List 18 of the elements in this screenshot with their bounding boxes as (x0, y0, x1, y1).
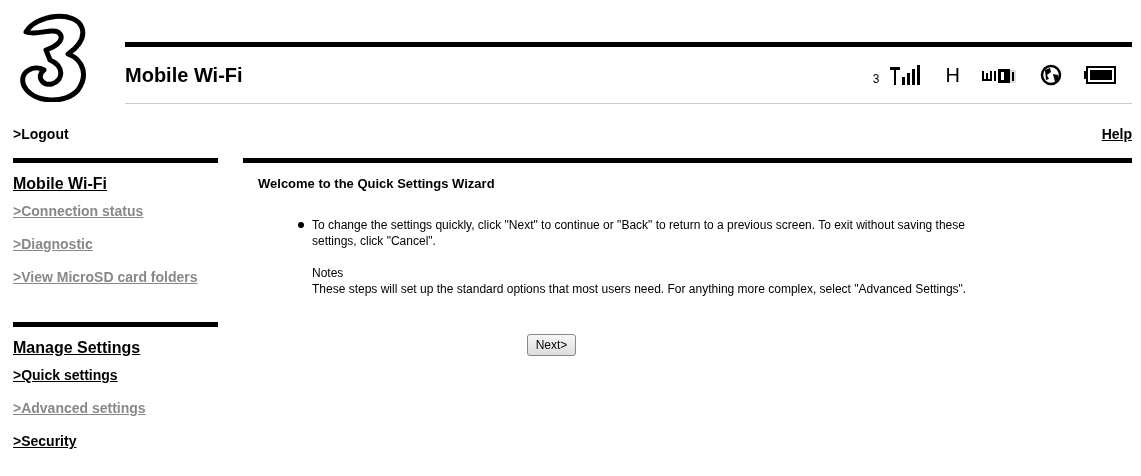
wifi-icon (982, 67, 1018, 83)
sidebar-heading[interactable]: Mobile Wi-Fi (13, 175, 108, 193)
battery-icon (1084, 66, 1116, 84)
network-type-label: H (945, 63, 960, 87)
notes-title: Notes (312, 265, 345, 281)
operator-label: 3 (872, 72, 880, 86)
logout-link[interactable]: >Logout (13, 126, 69, 142)
sidebar-item[interactable]: >Quick settings (13, 367, 118, 383)
bullet-icon (298, 222, 304, 228)
page-title: Mobile Wi-Fi (125, 63, 243, 87)
wizard-title: Welcome to the Quick Settings Wizard (258, 176, 496, 191)
help-link[interactable]: Help (1101, 126, 1132, 142)
sidebar-heading[interactable]: Manage Settings (13, 339, 141, 357)
globe-icon (1040, 64, 1062, 86)
sidebar-item[interactable]: >Security (13, 433, 77, 449)
notes-text: These steps will set up the standard options that most users need. For anything more complex, select "Advanced Settings". (312, 281, 968, 297)
next-button[interactable]: Next> (526, 334, 577, 356)
instruction-text: To change the settings quickly, click "Next" to continue or "Back" to return to a previous screen. To exit without saving these settings, click "Cancel". (312, 217, 966, 249)
